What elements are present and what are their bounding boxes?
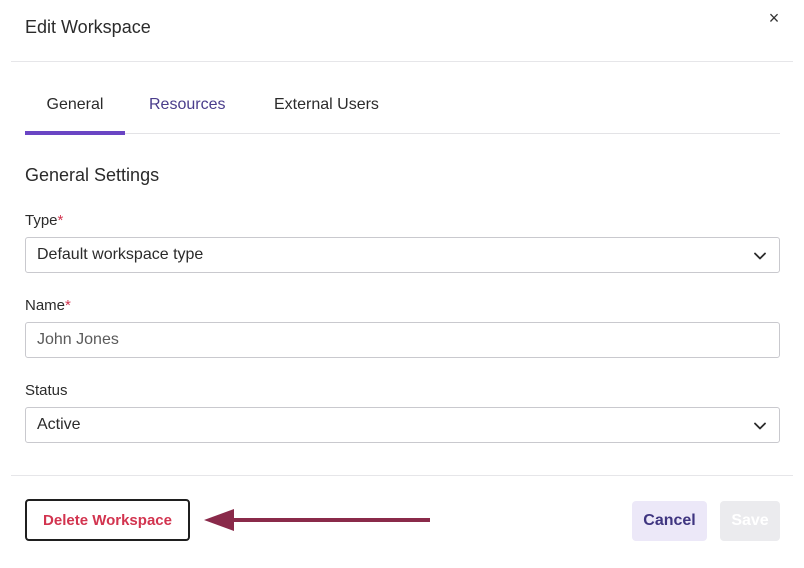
status-select[interactable]: Active	[25, 407, 780, 443]
tab-external-users[interactable]: External Users	[274, 84, 389, 134]
name-label: Name*	[25, 297, 71, 314]
edit-workspace-modal: Edit Workspace × General Resources Exter…	[11, 0, 793, 552]
page: Edit Workspace × General Resources Exter…	[0, 0, 804, 568]
name-input[interactable]: John Jones	[25, 322, 780, 358]
name-input-value: John Jones	[37, 331, 119, 348]
status-label: Status	[25, 382, 68, 399]
delete-workspace-button[interactable]: Delete Workspace	[25, 499, 190, 541]
name-label-text: Name	[25, 297, 66, 314]
tab-resources[interactable]: Resources	[149, 84, 231, 134]
save-button: Save	[720, 501, 780, 541]
required-mark: *	[57, 212, 64, 229]
tab-general[interactable]: General	[25, 84, 125, 135]
modal-title: Edit Workspace	[25, 17, 151, 37]
cancel-button[interactable]: Cancel	[632, 501, 707, 541]
chevron-down-icon	[754, 422, 766, 430]
modal-header: Edit Workspace ×	[11, 0, 793, 62]
close-icon[interactable]: ×	[765, 8, 783, 28]
required-mark: *	[65, 297, 71, 314]
chevron-down-icon	[754, 252, 766, 260]
status-select-value: Active	[37, 416, 81, 433]
tab-bar: General Resources External Users	[25, 84, 780, 135]
type-label: Type*	[25, 212, 63, 229]
type-select[interactable]: Default workspace type	[25, 237, 780, 273]
type-select-value: Default workspace type	[37, 246, 204, 263]
section-title: General Settings	[25, 165, 160, 185]
arrow-left-icon	[204, 509, 430, 531]
type-label-text: Type	[25, 212, 58, 229]
